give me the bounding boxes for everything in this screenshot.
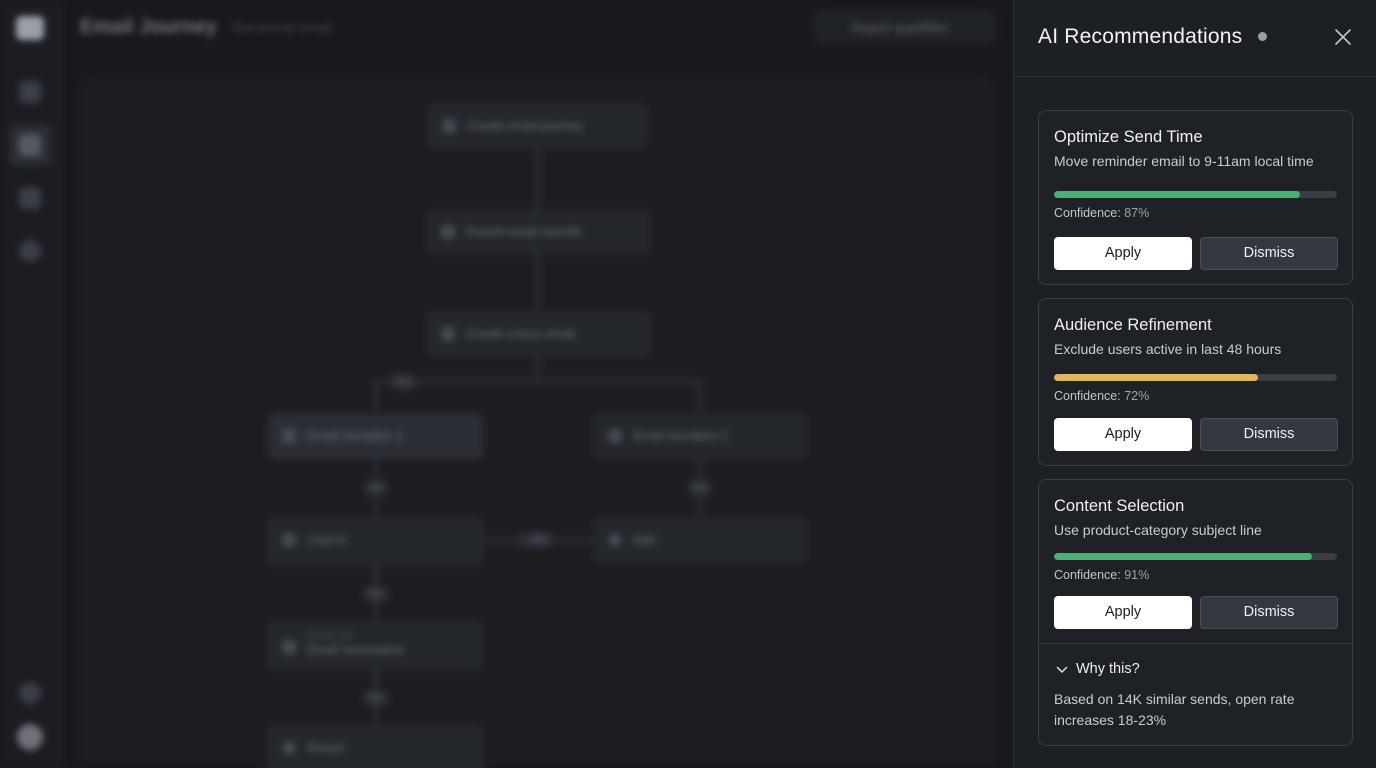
app-root: Email Journey › Recommer email Report qu… (0, 0, 1376, 768)
flow-node-label: Lioyrch (307, 533, 348, 547)
confidence-value: 87% (1124, 206, 1150, 220)
recommendation-card: Content Selection Use product-category s… (1038, 479, 1353, 746)
flow-node[interactable]: Sterme nell Email renrimation (268, 622, 483, 670)
close-icon[interactable] (1333, 27, 1353, 47)
branch-label: No (363, 690, 389, 706)
connector (375, 380, 700, 382)
flow-node-label: Create crocur email (466, 327, 576, 341)
apply-button[interactable]: Apply (1054, 596, 1192, 629)
flow-node-label: Add (633, 533, 656, 547)
confidence-bar-fill (1054, 191, 1301, 198)
inbox-icon[interactable] (19, 134, 41, 156)
apply-button[interactable]: Apply (1054, 237, 1192, 270)
confidence-bar (1054, 553, 1337, 560)
card-title: Content Selection (1054, 497, 1185, 515)
panel-header: AI Recommendations (1014, 0, 1376, 77)
apply-button[interactable]: Apply (1054, 418, 1192, 451)
flow-node-label: Email Iovnation 1 (307, 429, 403, 443)
image-icon (608, 429, 622, 443)
flow-node-label: Create email journey (467, 119, 583, 133)
confidence-text: Confidence: 72% (1054, 389, 1149, 403)
flow-node[interactable]: Add (594, 518, 806, 563)
dismiss-button[interactable]: Dismiss (1200, 596, 1338, 629)
flow-icon[interactable] (19, 187, 41, 209)
report-button[interactable]: Report quarkflon (815, 11, 994, 43)
help-icon[interactable] (19, 682, 41, 704)
confidence-label: Confidence: (1054, 206, 1121, 220)
report-button-label: Report quarkflon (852, 20, 949, 35)
flow-node-label: Email Iovvation 2 (633, 429, 729, 443)
flow-node[interactable]: Resurt (268, 726, 483, 768)
page-title: Email Journey (80, 16, 217, 38)
why-this-explanation: Based on 14K similar sends, open rate in… (1054, 691, 1295, 728)
mail-icon (282, 429, 296, 443)
flow-node[interactable]: Lioyrch (268, 518, 483, 566)
flow-node[interactable]: Exeorit email nerrofe (427, 210, 649, 254)
background-app: Email Journey › Recommer email Report qu… (0, 0, 1013, 768)
branch-label: No (363, 586, 389, 602)
phone-icon (441, 327, 455, 341)
target-icon (282, 741, 296, 755)
card-description: Use product-category subject line (1054, 522, 1262, 538)
branch-label: ...Bild (517, 532, 554, 548)
flow-node-label: Resurt (307, 741, 344, 755)
connector (699, 380, 701, 412)
why-this-label: Why this? (1076, 661, 1140, 677)
card-title: Optimize Send Time (1054, 128, 1203, 146)
mail-icon (441, 225, 455, 239)
plus-circle-icon (608, 533, 622, 547)
card-description: Move reminder email to 9-11am local time (1054, 153, 1314, 169)
dashboard-icon[interactable] (19, 81, 41, 103)
connector (537, 356, 539, 380)
panel-title: AI Recommendations (1038, 25, 1243, 48)
card-title: Audience Refinement (1054, 316, 1212, 334)
breadcrumb[interactable]: Recommer email (233, 20, 331, 35)
confidence-bar-fill (1054, 374, 1258, 381)
divider (1039, 643, 1352, 644)
confidence-label: Confidence: (1054, 389, 1121, 403)
ai-recommendations-panel: AI Recommendations Optimize Send Time Mo… (1013, 0, 1376, 768)
plus-icon (442, 119, 456, 133)
avatar[interactable] (17, 724, 43, 750)
flow-node[interactable]: Create crocur email (427, 312, 651, 356)
confidence-text: Confidence: 91% (1054, 568, 1149, 582)
branch-label: No (363, 480, 389, 496)
confidence-bar (1054, 374, 1337, 381)
confidence-value: 72% (1124, 389, 1150, 403)
search-icon (282, 533, 296, 547)
card-description: Exclude users active in last 48 hours (1054, 341, 1282, 357)
recommendation-card: Optimize Send Time Move reminder email t… (1038, 110, 1353, 285)
chevron-right-icon: › (212, 18, 217, 35)
flow-node[interactable]: Create email journey (428, 104, 647, 148)
confidence-label: Confidence: (1054, 568, 1121, 582)
connector (537, 148, 539, 210)
flow-canvas: Yes No No No No ...Bild Create email jou… (81, 76, 994, 768)
status-dot-icon (1258, 32, 1267, 41)
dismiss-button[interactable]: Dismiss (1200, 237, 1338, 270)
settings-icon[interactable] (19, 240, 41, 262)
top-bar: Email Journey › Recommer email Report qu… (62, 0, 1013, 56)
left-rail (0, 0, 62, 768)
flow-node-label: Email renrimation (307, 643, 405, 657)
connector (375, 380, 377, 412)
recommendation-card: Audience Refinement Exclude users active… (1038, 298, 1353, 466)
flow-node-sublabel: Sterme nell (307, 631, 353, 641)
connector (537, 254, 539, 312)
confidence-value: 91% (1124, 568, 1150, 582)
chevron-down-icon (1056, 666, 1068, 673)
dismiss-button[interactable]: Dismiss (1200, 418, 1338, 451)
confidence-text: Confidence: 87% (1054, 206, 1149, 220)
confidence-bar-fill (1054, 553, 1312, 560)
flow-node[interactable]: Email Iovvation 2 (594, 414, 806, 459)
mail-icon (282, 640, 296, 654)
flow-node[interactable]: Email Iovnation 1 (268, 414, 483, 459)
confidence-bar (1054, 191, 1337, 198)
branch-label: Yes (389, 374, 418, 390)
mail-logo-icon (16, 16, 44, 40)
flow-node-label: Exeorit email nerrofe (466, 225, 582, 239)
branch-label: No (687, 480, 713, 496)
